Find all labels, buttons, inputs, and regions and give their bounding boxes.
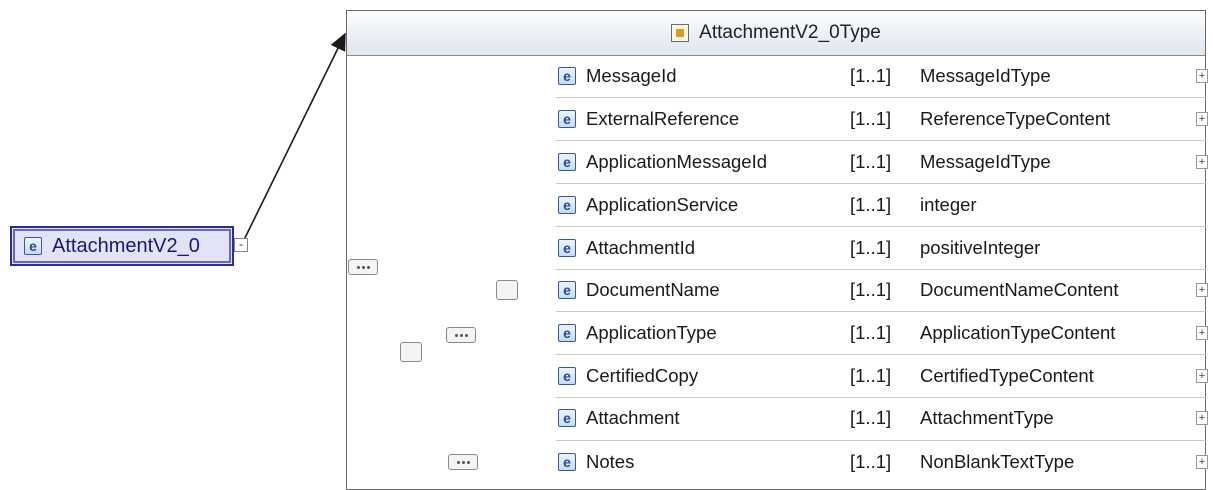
- row-divider: [556, 397, 1206, 398]
- root-element-label: AttachmentV2_0: [52, 234, 200, 257]
- expand-toggle[interactable]: +: [1196, 112, 1208, 126]
- element-icon: e: [558, 67, 576, 85]
- sequence-compositor-icon[interactable]: [348, 259, 378, 275]
- element-icon: e: [558, 110, 576, 128]
- cardinality: [1..1]: [850, 279, 892, 300]
- element-icon: e: [558, 409, 576, 427]
- element-type: NonBlankTextType: [920, 451, 1075, 472]
- sequence-compositor-icon[interactable]: [448, 454, 478, 470]
- element-type: AttachmentType: [920, 407, 1054, 428]
- element-type: positiveInteger: [920, 237, 1041, 258]
- element-name: ApplicationMessageId: [586, 151, 767, 172]
- element-name: Notes: [586, 451, 635, 472]
- row-divider: [556, 440, 1206, 441]
- row-divider: [556, 97, 1206, 98]
- element-icon: e: [558, 239, 576, 257]
- element-row[interactable]: e DocumentName [1..1] DocumentNameConten…: [558, 274, 1198, 306]
- sequence-compositor-icon[interactable]: [446, 327, 476, 343]
- cardinality: [1..1]: [850, 322, 892, 343]
- expand-toggle[interactable]: +: [1196, 369, 1208, 383]
- expand-toggle[interactable]: +: [1196, 411, 1208, 425]
- element-name: MessageId: [586, 65, 677, 86]
- expand-toggle[interactable]: +: [1196, 326, 1208, 340]
- cardinality: [1..1]: [850, 151, 892, 172]
- cardinality: [1..1]: [850, 237, 892, 258]
- element-icon: e: [558, 153, 576, 171]
- element-row[interactable]: e ApplicationMessageId [1..1] MessageIdT…: [558, 146, 1198, 178]
- element-type: MessageIdType: [920, 65, 1051, 86]
- element-type: MessageIdType: [920, 151, 1051, 172]
- cardinality: [1..1]: [850, 65, 892, 86]
- root-element-node[interactable]: e AttachmentV2_0: [10, 226, 234, 266]
- cardinality: [1..1]: [850, 365, 892, 386]
- row-divider: [556, 183, 1206, 184]
- element-icon: e: [558, 324, 576, 342]
- element-type: DocumentNameContent: [920, 279, 1119, 300]
- element-row[interactable]: e ApplicationType [1..1] ApplicationType…: [558, 317, 1198, 349]
- expand-toggle[interactable]: +: [1196, 69, 1208, 83]
- row-divider: [556, 354, 1206, 355]
- element-name: ApplicationService: [586, 194, 739, 215]
- element-type: ReferenceTypeContent: [920, 108, 1111, 129]
- element-icon: e: [24, 237, 42, 255]
- element-row[interactable]: e CertifiedCopy [1..1] CertifiedTypeCont…: [558, 360, 1198, 392]
- choice-compositor-icon[interactable]: [496, 280, 518, 300]
- expand-toggle[interactable]: +: [1196, 455, 1208, 469]
- element-name: CertifiedCopy: [586, 365, 699, 386]
- complex-type-header: AttachmentV2_0Type: [347, 11, 1205, 56]
- expand-toggle[interactable]: +: [1196, 155, 1208, 169]
- cardinality: [1..1]: [850, 451, 892, 472]
- element-name: ApplicationType: [586, 322, 717, 343]
- expand-toggle[interactable]: +: [1196, 283, 1208, 297]
- choice-compositor-icon[interactable]: [400, 342, 422, 362]
- row-divider: [556, 226, 1206, 227]
- row-divider: [556, 140, 1206, 141]
- element-name: AttachmentId: [586, 237, 696, 258]
- element-icon: e: [558, 453, 576, 471]
- element-name: Attachment: [586, 407, 680, 428]
- complex-type-title: AttachmentV2_0Type: [699, 22, 881, 43]
- cardinality: [1..1]: [850, 194, 892, 215]
- element-row[interactable]: e ExternalReference [1..1] ReferenceType…: [558, 103, 1198, 135]
- element-row[interactable]: e Attachment [1..1] AttachmentType: [558, 402, 1198, 434]
- element-type: ApplicationTypeContent: [920, 322, 1116, 343]
- element-icon: e: [558, 281, 576, 299]
- row-divider: [556, 269, 1206, 270]
- complex-type-icon: [671, 24, 690, 42]
- element-type: CertifiedTypeContent: [920, 365, 1094, 386]
- element-type: integer: [920, 194, 977, 215]
- cardinality: [1..1]: [850, 108, 892, 129]
- collapse-toggle[interactable]: -: [234, 238, 248, 252]
- element-row[interactable]: e MessageId [1..1] MessageIdType: [558, 60, 1198, 92]
- cardinality: [1..1]: [850, 407, 892, 428]
- element-icon: e: [558, 196, 576, 214]
- element-name: ExternalReference: [586, 108, 740, 129]
- element-icon: e: [558, 367, 576, 385]
- element-row[interactable]: e Notes [1..1] NonBlankTextType: [558, 446, 1198, 478]
- element-row[interactable]: e ApplicationService [1..1] integer: [558, 189, 1198, 221]
- row-divider: [556, 311, 1206, 312]
- element-name: DocumentName: [586, 279, 720, 300]
- element-row[interactable]: e AttachmentId [1..1] positiveInteger: [558, 232, 1198, 264]
